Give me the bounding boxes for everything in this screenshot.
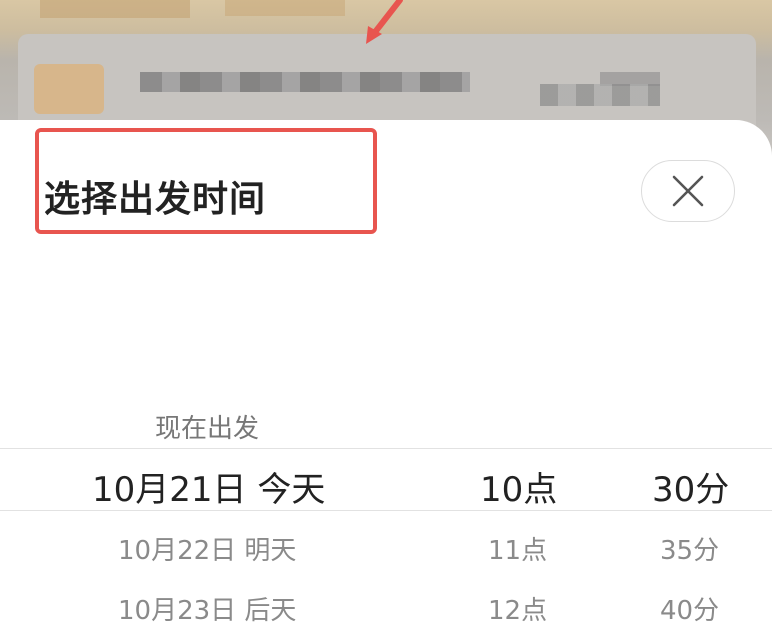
dialog-title: 选择出发时间 [44, 179, 267, 220]
annotation-arrow-icon [366, 0, 403, 44]
date-value[interactable]: 10月23日 后天 [118, 590, 296, 627]
minute-value[interactable]: 40分 [660, 590, 719, 627]
picker-row[interactable]: 10月22日 明天 11点 35分 [0, 530, 772, 566]
blurred-block [225, 0, 345, 16]
date-value[interactable]: 10月22日 明天 [118, 530, 296, 567]
hour-value[interactable]: 11点 [488, 530, 547, 567]
minute-value[interactable]: 30分 [652, 462, 729, 511]
blurred-text [140, 72, 470, 92]
minute-value[interactable]: 35分 [660, 530, 719, 567]
hour-value[interactable]: 10点 [480, 462, 557, 511]
picker-row-selected[interactable]: 10月21日 今天 10点 30分 [0, 462, 772, 510]
hour-value[interactable]: 12点 [488, 590, 547, 627]
blurred-thumbnail [34, 64, 104, 114]
picker-row[interactable]: 10月23日 后天 12点 40分 [0, 590, 772, 626]
depart-now-option[interactable]: 现在出发 [155, 408, 259, 445]
close-button[interactable] [641, 160, 735, 222]
picker-divider-top [0, 448, 772, 449]
blurred-text [540, 84, 660, 106]
date-value[interactable]: 10月21日 今天 [92, 462, 325, 511]
blurred-block [40, 0, 190, 18]
close-icon [672, 175, 704, 207]
